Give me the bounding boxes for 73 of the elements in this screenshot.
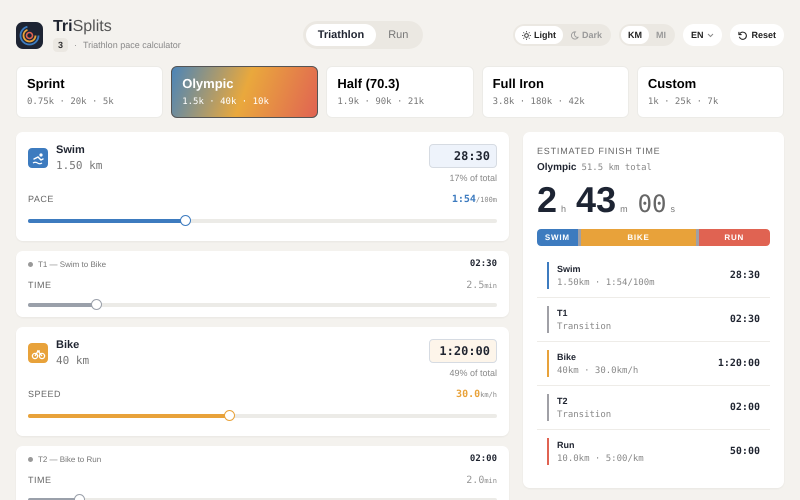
param-value: 30.0 <box>456 389 480 400</box>
app-title: TriSplits <box>53 18 113 36</box>
split-time: 02:00 <box>730 402 760 413</box>
race-name: Olympic <box>537 162 576 173</box>
slider-thumb[interactable] <box>90 299 102 310</box>
split-detail: 10.0km · 5:00/km <box>557 454 644 464</box>
unit-option[interactable]: KM <box>620 26 649 44</box>
param-value: 1:54 <box>452 194 476 205</box>
split-name: T2 <box>557 396 569 406</box>
panel-heading: ESTIMATED FINISH TIME <box>537 146 662 156</box>
split-time: 02:30 <box>730 314 760 325</box>
split-time: 28:30 <box>730 270 760 281</box>
leg-distance: 40 km <box>56 354 90 367</box>
time-field[interactable]: 1:20:00 <box>429 339 497 363</box>
param-label: TIME <box>28 475 52 485</box>
split-name: T1 <box>557 308 569 318</box>
finish-unit: h <box>561 204 566 214</box>
split-bar-segment <box>578 229 582 246</box>
finish-value: 00 <box>638 190 666 218</box>
chevron-down-icon <box>707 32 714 38</box>
slider-thumb[interactable] <box>224 410 235 421</box>
finish-unit: m <box>620 204 628 214</box>
leg-name: Bike <box>56 339 80 351</box>
param-value: 2.0 <box>466 475 484 486</box>
split-time: 1:20:00 <box>718 358 760 369</box>
preset-card[interactable]: Custom 1k · 25k · 7k <box>636 66 784 118</box>
split-bar-segment: BIKE <box>581 229 696 246</box>
sun-icon <box>522 30 531 40</box>
reset-button[interactable]: Reset <box>730 24 784 46</box>
split-bar-segment <box>696 229 699 246</box>
share-text: 17% of total <box>449 173 497 183</box>
separator-dot: · <box>74 40 78 50</box>
leg-name: Swim <box>56 144 86 156</box>
finish-value: 43 <box>576 179 616 221</box>
status-dot <box>28 456 33 462</box>
param-label: SPEED <box>28 389 62 399</box>
mode-tab[interactable]: Triathlon <box>306 24 376 46</box>
preset-card[interactable]: Full Iron 3.8k · 180k · 42k <box>482 66 629 118</box>
split-bar-segment: SWIM <box>537 229 578 246</box>
race-total: 51.5 km total <box>581 163 652 173</box>
theme-option[interactable]: Light <box>514 26 563 44</box>
split-bar-segment: RUN <box>698 229 770 246</box>
split-name: Bike <box>557 352 578 362</box>
split-detail: Transition <box>557 322 612 332</box>
status-dot <box>28 262 33 266</box>
leg-distance: 1.50 km <box>56 159 102 172</box>
time-field[interactable]: 28:30 <box>429 144 497 168</box>
transition-title: T1 — Swim to Bike <box>38 260 106 268</box>
transition-time: 02:30 <box>470 259 497 269</box>
slider-thumb[interactable] <box>180 215 192 226</box>
subtitle: Triathlon pace calculator <box>83 40 181 50</box>
param-label: TIME <box>28 280 52 290</box>
param-value: 2.5 <box>466 280 484 291</box>
transition-title: T2 — Bike to Run <box>38 454 102 464</box>
preset-card[interactable]: Half (70.3) 1.9k · 90k · 21k <box>326 66 474 118</box>
moon-icon <box>570 30 579 40</box>
split-detail: Transition <box>557 410 612 420</box>
split-name: Swim <box>557 264 582 274</box>
mode-tab[interactable]: Run <box>376 24 420 46</box>
param-label: PACE <box>28 194 54 204</box>
transition-time: 02:00 <box>470 454 497 464</box>
split-detail: 1.50km · 1:54/100m <box>557 278 655 288</box>
split-time: 50:00 <box>730 446 760 457</box>
preset-card[interactable]: Sprint 0.75k · 20k · 5k <box>16 66 164 118</box>
split-detail: 40km · 30.0km/h <box>557 366 638 376</box>
finish-value: 2 <box>537 179 558 221</box>
reset-icon <box>738 30 748 40</box>
share-text: 49% of total <box>449 368 497 378</box>
split-name: Run <box>557 440 576 450</box>
finish-unit: s <box>670 204 675 214</box>
count-badge: 3 <box>53 38 68 52</box>
language-select[interactable]: EN <box>682 24 722 46</box>
logo-icon <box>16 22 43 48</box>
